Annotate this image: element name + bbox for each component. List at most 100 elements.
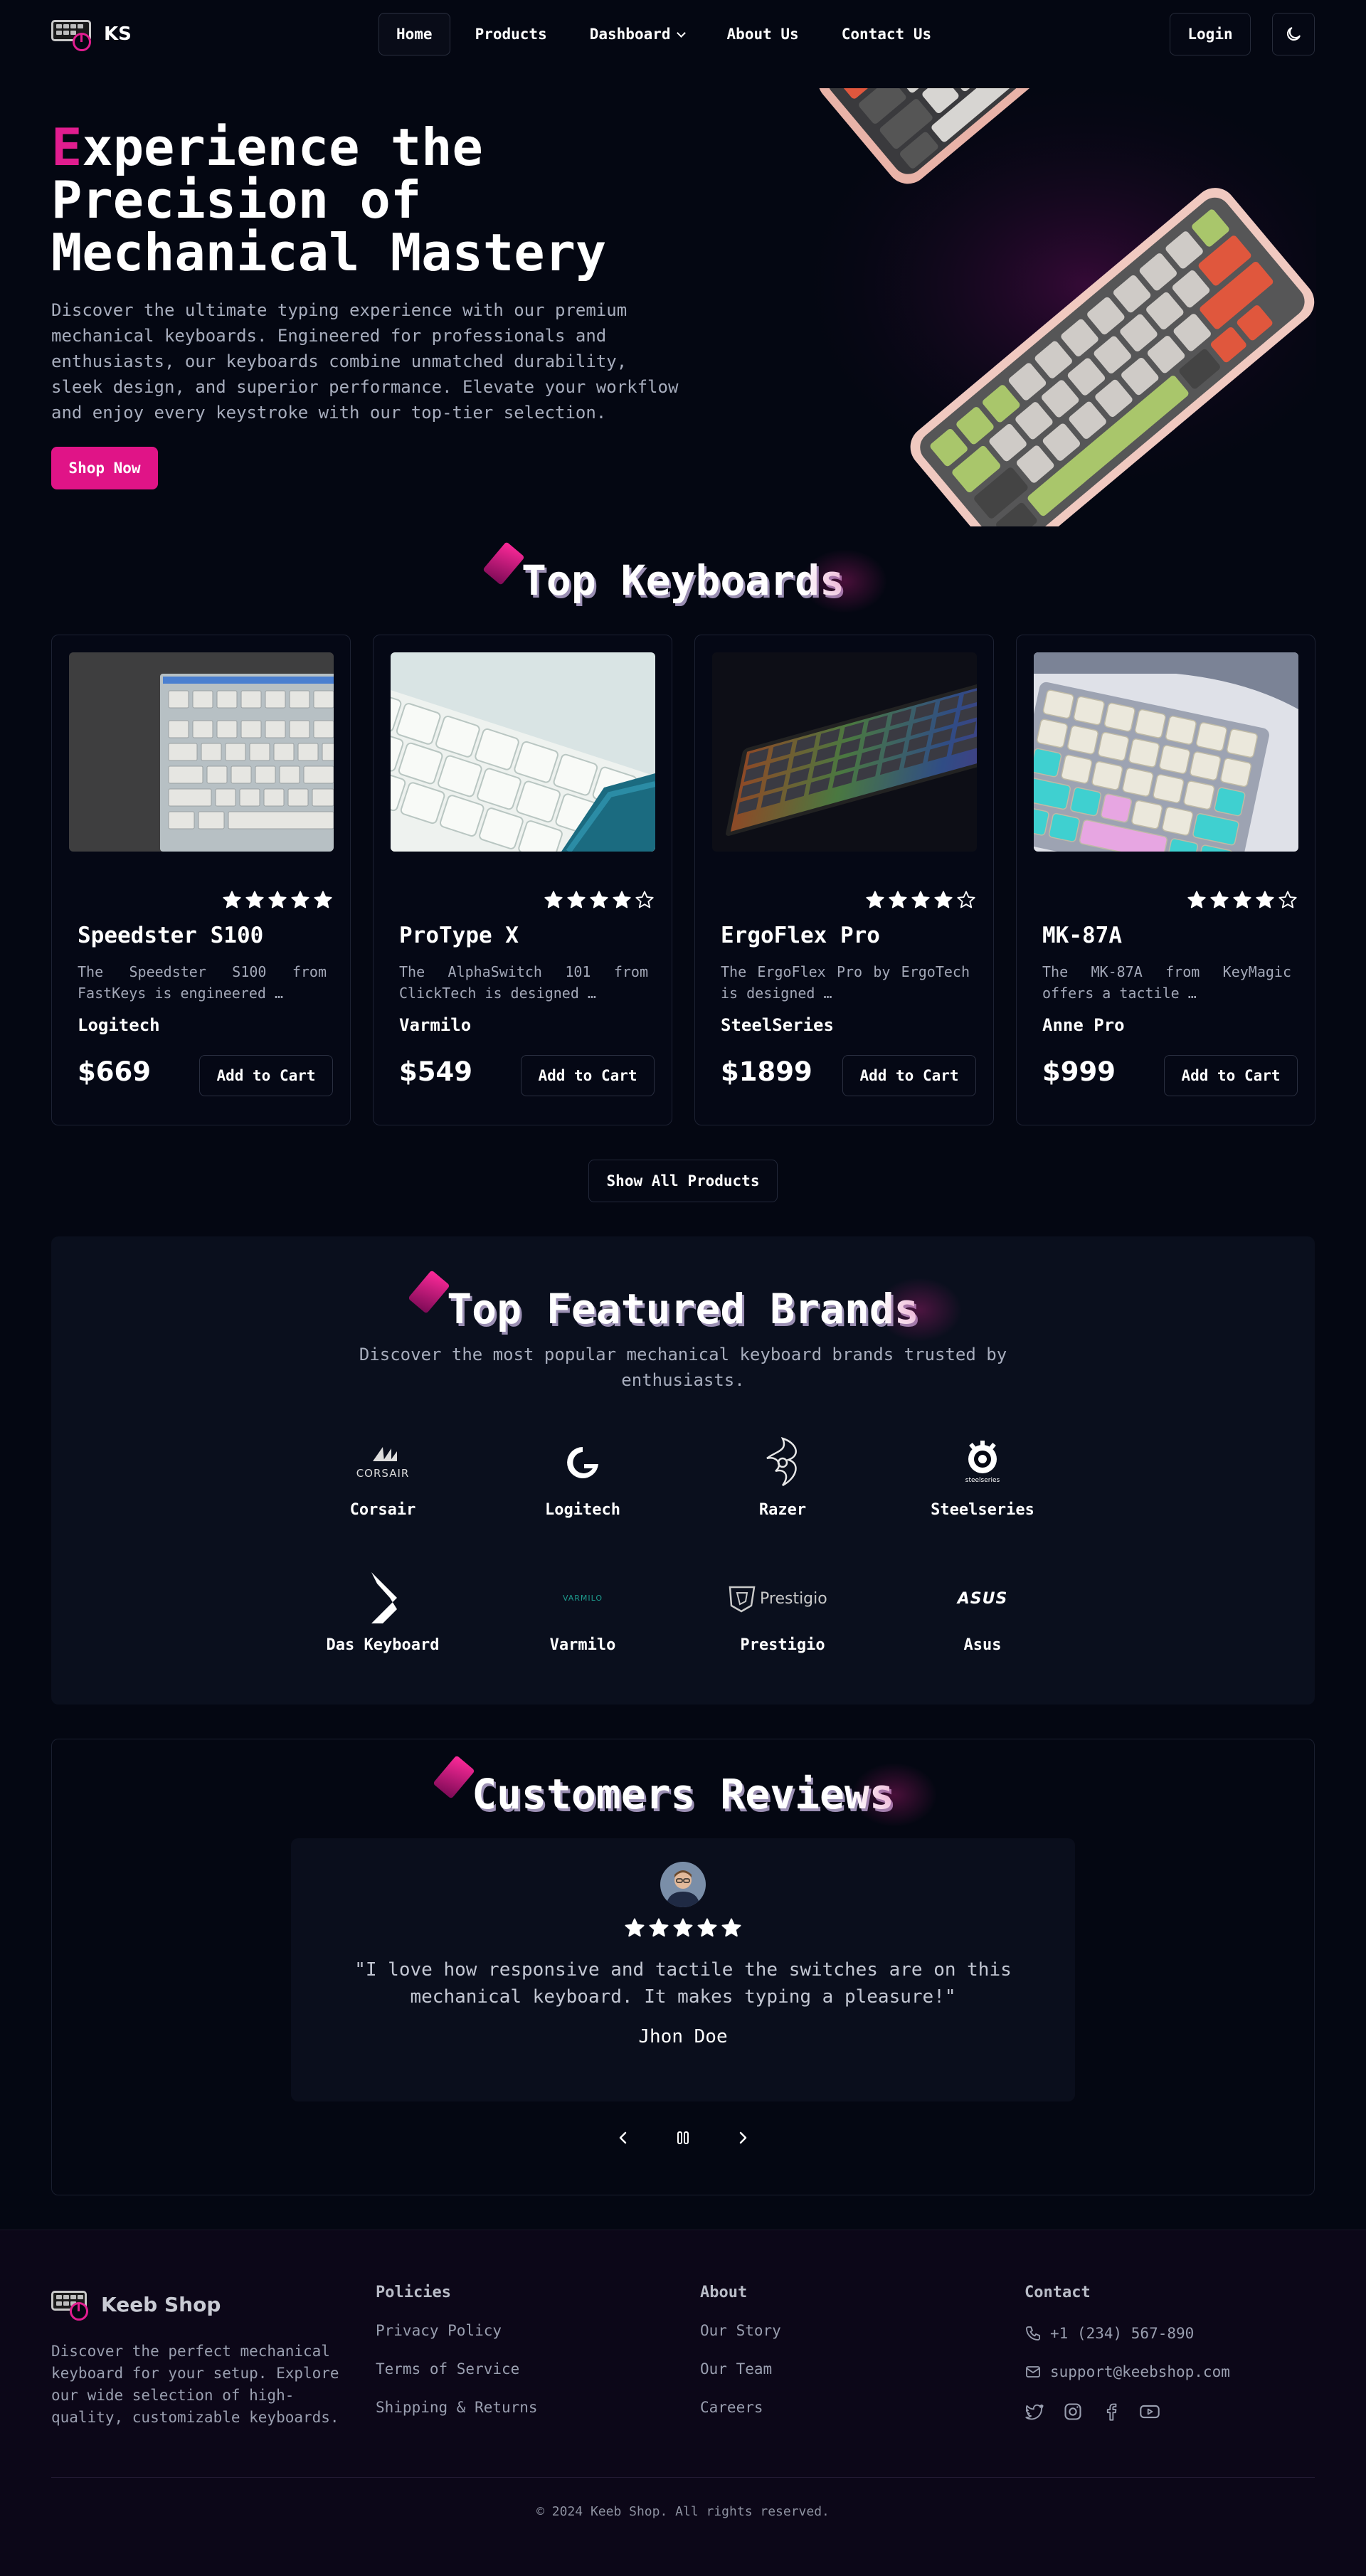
brand-name: Corsair [349, 1501, 416, 1519]
star-empty-icon [1278, 891, 1297, 908]
email-address: support@keebshop.com [1050, 2363, 1230, 2380]
product-card[interactable]: Speedster S100 The Speedster S100 from F… [51, 635, 351, 1125]
footer-divider [51, 2477, 1315, 2478]
add-to-cart-button[interactable]: Add to Cart [842, 1055, 976, 1096]
product-image [712, 652, 977, 852]
youtube-icon [1140, 2405, 1160, 2419]
brand-varmilo[interactable]: VARMILO Varmilo [512, 1569, 654, 1654]
product-name: ErgoFlex Pro [721, 923, 880, 948]
nav-contact[interactable]: Contact Us [824, 13, 949, 55]
product-brand: Logitech [78, 1015, 160, 1035]
main-menu: Home Products Dashboard About Us Contact… [378, 13, 949, 55]
footer-link-terms[interactable]: Terms of Service [376, 2360, 519, 2378]
shop-now-button[interactable]: Shop Now [51, 447, 158, 489]
youtube-link[interactable] [1138, 2400, 1161, 2423]
product-description: The MK-87A from KeyMagic offers a tactil… [1042, 963, 1291, 1002]
brand-name: Varmilo [549, 1636, 616, 1654]
brand-name: Logitech [545, 1501, 620, 1519]
page: KS Home Products Dashboard About Us Cont… [0, 0, 1366, 2576]
hero-keyboard-image [710, 88, 1316, 526]
brand-asus[interactable]: ASUS Asus [911, 1569, 1054, 1654]
twitter-link[interactable] [1023, 2400, 1046, 2423]
nav-products[interactable]: Products [457, 13, 565, 55]
instagram-icon [1064, 2403, 1081, 2420]
product-name: Speedster S100 [78, 923, 264, 948]
next-review-button[interactable] [730, 2125, 756, 2151]
footer-link-our-story[interactable]: Our Story [700, 2322, 781, 2339]
prestigio-logo-icon: Prestigio [711, 1569, 854, 1626]
pause-carousel-button[interactable] [670, 2125, 696, 2151]
star-filled-icon [544, 891, 563, 908]
star-filled-icon [613, 891, 631, 908]
logitech-logo-icon [512, 1434, 654, 1491]
chevron-left-icon [619, 2131, 627, 2144]
brand-link[interactable]: KS [51, 16, 132, 53]
product-card[interactable]: MK-87A The MK-87A from KeyMagic offers a… [1016, 635, 1315, 1125]
previous-review-button[interactable] [610, 2125, 636, 2151]
product-image [391, 652, 655, 852]
reviews-title: Customers Reviews [472, 1763, 937, 1827]
brand-logitech[interactable]: Logitech [512, 1434, 654, 1519]
star-filled-icon [721, 1918, 741, 1937]
brand-name: KS [104, 23, 132, 45]
brand-razer[interactable]: Razer [711, 1434, 854, 1519]
brand-steelseries[interactable]: steelseries Steelseries [911, 1434, 1054, 1519]
reviewer-avatar [660, 1862, 706, 1907]
star-filled-icon [866, 891, 884, 908]
star-filled-icon [649, 1918, 669, 1937]
login-button[interactable]: Login [1170, 13, 1251, 55]
brand-corsair[interactable]: CORSAIR Corsair [312, 1434, 454, 1519]
nav-dashboard-label: Dashboard [589, 26, 671, 43]
star-filled-icon [1233, 891, 1251, 908]
footer-phone[interactable]: +1 (234) 567-890 [1024, 2325, 1194, 2342]
product-brand: Anne Pro [1042, 1015, 1125, 1035]
moon-icon [1286, 27, 1301, 41]
nav-home[interactable]: Home [378, 13, 450, 55]
svg-text:VARMILO: VARMILO [563, 1594, 603, 1603]
footer-link-careers[interactable]: Careers [700, 2399, 763, 2416]
brand-name: Asus [963, 1636, 1002, 1654]
brand-das-keyboard[interactable]: Das Keyboard [312, 1569, 454, 1654]
star-filled-icon [911, 891, 930, 908]
svg-text:CORSAIR: CORSAIR [356, 1467, 410, 1480]
footer-link-our-team[interactable]: Our Team [700, 2360, 772, 2378]
phone-icon [1026, 2326, 1040, 2341]
product-rating [544, 890, 655, 910]
star-filled-icon [697, 1918, 717, 1937]
das-keyboard-logo-icon [312, 1569, 454, 1626]
svg-text:ASUS: ASUS [956, 1590, 1008, 1608]
footer-contact-title: Contact [1024, 2284, 1091, 2301]
footer-email[interactable]: support@keebshop.com [1024, 2363, 1230, 2380]
corsair-logo-icon: CORSAIR [312, 1434, 454, 1491]
theme-toggle-button[interactable] [1272, 13, 1315, 55]
steelseries-logo-icon: steelseries [911, 1434, 1054, 1491]
nav-dashboard[interactable]: Dashboard [572, 13, 702, 55]
add-to-cart-button[interactable]: Add to Cart [521, 1055, 655, 1096]
add-to-cart-button[interactable]: Add to Cart [199, 1055, 333, 1096]
product-description: The Speedster S100 from FastKeys is engi… [78, 963, 327, 1002]
product-description: The AlphaSwitch 101 from ClickTech is de… [399, 963, 648, 1002]
add-to-cart-button[interactable]: Add to Cart [1164, 1055, 1298, 1096]
facebook-icon [1106, 2403, 1117, 2421]
nav-about[interactable]: About Us [709, 13, 817, 55]
facebook-link[interactable] [1100, 2400, 1123, 2423]
instagram-link[interactable] [1061, 2400, 1084, 2423]
top-keyboards-title: Top Keyboards [521, 549, 887, 613]
pause-icon [677, 2131, 689, 2144]
mail-icon [1026, 2366, 1040, 2378]
product-description: The ErgoFlex Pro by ErgoTech is designed… [721, 963, 970, 1002]
featured-brands-title: Top Featured Brands [447, 1278, 963, 1342]
product-name: MK-87A [1042, 923, 1122, 948]
product-price: $549 [399, 1056, 472, 1087]
star-filled-icon [934, 891, 953, 908]
brand-prestigio[interactable]: Prestigio Prestigio [711, 1569, 854, 1654]
show-all-products-button[interactable]: Show All Products [588, 1160, 778, 1202]
footer-brand[interactable]: Keeb Shop [51, 2286, 221, 2322]
product-card[interactable]: ProType X The AlphaSwitch 101 from Click… [373, 635, 672, 1125]
footer-link-shipping[interactable]: Shipping & Returns [376, 2399, 538, 2416]
product-card[interactable]: ErgoFlex Pro The ErgoFlex Pro by ErgoTec… [694, 635, 994, 1125]
product-rating [865, 890, 976, 910]
footer-link-privacy[interactable]: Privacy Policy [376, 2322, 502, 2339]
star-filled-icon [889, 891, 907, 908]
footer-brand-name: Keeb Shop [101, 2292, 221, 2316]
